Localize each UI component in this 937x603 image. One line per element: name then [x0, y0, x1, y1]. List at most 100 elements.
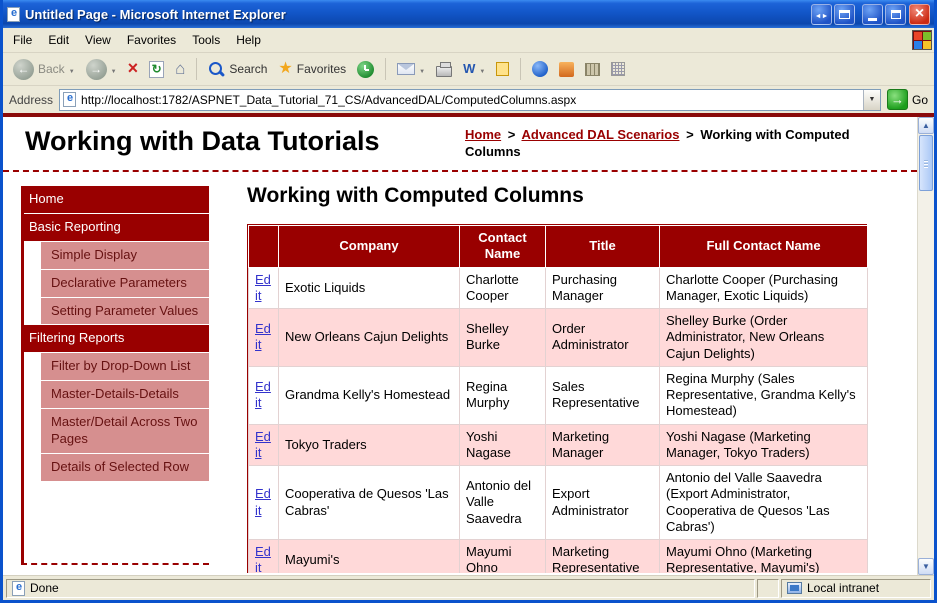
- page-content: Working with Data Tutorials Home > Advan…: [3, 117, 934, 575]
- go-button[interactable]: [886, 89, 908, 110]
- stop-button[interactable]: [124, 57, 143, 81]
- breadcrumb-separator: >: [686, 127, 694, 142]
- cell-contact: Yoshi Nagase: [459, 423, 546, 466]
- search-label: Search: [229, 62, 268, 76]
- forward-icon: [85, 58, 107, 80]
- minimize-button[interactable]: [862, 3, 883, 25]
- scroll-down-button[interactable]: [918, 558, 934, 575]
- toolbar: Back Search Favorites: [3, 53, 934, 86]
- research-addon-button[interactable]: [581, 61, 604, 78]
- menu-help[interactable]: Help: [228, 30, 269, 50]
- sidebar-item-filtering-reports[interactable]: Filtering Reports: [21, 325, 209, 353]
- sidebar-item-master-detail-across-two-pages[interactable]: Master/Detail Across Two Pages: [41, 409, 209, 453]
- site-title: Working with Data Tutorials: [25, 126, 380, 156]
- mail-dropdown-icon: [419, 60, 425, 78]
- sidebar-item-filter-by-dropdown-list[interactable]: Filter by Drop-Down List: [41, 353, 209, 381]
- share-icon: [559, 61, 575, 77]
- sidebar-item-setting-parameter-values[interactable]: Setting Parameter Values: [41, 297, 209, 325]
- menu-bar: File Edit View Favorites Tools Help: [3, 28, 934, 53]
- favorites-button[interactable]: Favorites: [274, 58, 350, 80]
- main-article: Working with Computed Columns Company Co…: [247, 184, 868, 573]
- forward-dropdown-icon: [111, 60, 117, 78]
- sidebar-item-master-details-details[interactable]: Master-Details-Details: [41, 381, 209, 409]
- close-button[interactable]: [909, 3, 930, 25]
- status-pane-spacer: [757, 578, 779, 598]
- favorites-label: Favorites: [296, 62, 347, 76]
- cell-company: Cooperativa de Quesos 'Las Cabras': [278, 465, 460, 540]
- scrollbar-track[interactable]: [918, 134, 934, 558]
- table-row: Edit Cooperativa de Quesos 'Las Cabras' …: [248, 465, 868, 540]
- sidebar-item-declarative-parameters[interactable]: Declarative Parameters: [41, 269, 209, 297]
- status-pane-zone: Local intranet: [781, 578, 931, 598]
- share-addon-button[interactable]: [555, 60, 578, 79]
- address-input[interactable]: http://localhost:1782/ASPNET_Data_Tutori…: [59, 88, 881, 111]
- window-controls: [811, 3, 930, 25]
- history-button[interactable]: [353, 59, 378, 80]
- minimize-icon: [868, 17, 877, 21]
- sidebar-item-simple-display[interactable]: Simple Display: [41, 241, 209, 269]
- home-icon: [175, 60, 185, 79]
- refresh-button[interactable]: [145, 59, 168, 80]
- messenger-button[interactable]: [528, 59, 552, 79]
- sidebar-item-basic-reporting[interactable]: Basic Reporting: [21, 213, 209, 241]
- edit-link[interactable]: Edit: [255, 486, 271, 517]
- address-url: http://localhost:1782/ASPNET_Data_Tutori…: [81, 92, 577, 107]
- home-button[interactable]: [171, 58, 189, 81]
- cell-company: Exotic Liquids: [278, 266, 460, 309]
- address-label: Address: [9, 92, 54, 107]
- edit-link[interactable]: Edit: [255, 544, 271, 573]
- cell-title: Marketing Manager: [545, 423, 660, 466]
- sidebar-bottom-rule: [21, 563, 209, 565]
- maximize-icon: [890, 9, 901, 19]
- page-body: Home Basic Reporting Simple Display Decl…: [3, 172, 917, 573]
- print-icon: [436, 61, 453, 77]
- address-dropdown-button[interactable]: [862, 89, 880, 110]
- discuss-button[interactable]: [492, 60, 513, 78]
- star-icon: [278, 60, 292, 78]
- toolbar-separator: [196, 58, 198, 80]
- toolbar-separator: [385, 58, 387, 80]
- edit-link[interactable]: Edit: [255, 429, 271, 460]
- cell-full-name: Yoshi Nagase (Marketing Manager, Tokyo T…: [659, 423, 868, 466]
- cell-contact: Shelley Burke: [459, 308, 546, 367]
- menu-tools[interactable]: Tools: [184, 30, 228, 50]
- edit-link[interactable]: Edit: [255, 379, 271, 410]
- vertical-scrollbar[interactable]: [917, 117, 934, 575]
- monitor-arrows-icon: [815, 5, 829, 23]
- window-title: Untitled Page - Microsoft Internet Explo…: [25, 6, 286, 22]
- search-button[interactable]: Search: [204, 59, 271, 80]
- status-text: Done: [30, 581, 59, 595]
- edit-link[interactable]: Edit: [255, 272, 271, 303]
- scrollbar-thumb[interactable]: [919, 135, 933, 191]
- scroll-up-button[interactable]: [918, 117, 934, 134]
- grid-header-full-contact-name: Full Contact Name: [659, 225, 868, 268]
- window-span-button[interactable]: [834, 3, 855, 25]
- grid-header-row: Company Contact Name Title Full Contact …: [248, 225, 868, 268]
- breadcrumb: Home > Advanced DAL Scenarios > Working …: [465, 127, 883, 161]
- sidebar-nav: Home Basic Reporting Simple Display Decl…: [21, 186, 209, 482]
- menu-edit[interactable]: Edit: [40, 30, 77, 50]
- suppliers-grid: Company Contact Name Title Full Contact …: [247, 224, 868, 573]
- back-button[interactable]: Back: [9, 57, 79, 82]
- maximize-button[interactable]: [885, 3, 906, 25]
- cell-company: Grandma Kelly's Homestead: [278, 365, 460, 425]
- go-label: Go: [911, 92, 928, 107]
- grid-addon-button[interactable]: [607, 60, 629, 78]
- menu-view[interactable]: View: [77, 30, 119, 50]
- page-title: Working with Computed Columns: [247, 184, 584, 207]
- menu-file[interactable]: File: [5, 30, 40, 50]
- breadcrumb-link-home[interactable]: Home: [465, 127, 501, 142]
- close-icon: [915, 5, 924, 23]
- sidebar-item-details-of-selected-row[interactable]: Details of Selected Row: [41, 453, 209, 481]
- cell-company: Mayumi's: [278, 539, 460, 573]
- edit-link[interactable]: Edit: [255, 321, 271, 352]
- mail-button[interactable]: [393, 58, 429, 80]
- print-button[interactable]: [432, 60, 456, 79]
- sidebar-item-home[interactable]: Home: [21, 186, 209, 213]
- breadcrumb-link-advanced-dal[interactable]: Advanced DAL Scenarios: [521, 127, 679, 142]
- edit-with-word-button[interactable]: [459, 58, 489, 80]
- menu-favorites[interactable]: Favorites: [119, 30, 184, 50]
- forward-button[interactable]: [82, 57, 121, 82]
- monitor-move-button[interactable]: [811, 3, 832, 25]
- cell-title: Marketing Representative: [545, 539, 660, 573]
